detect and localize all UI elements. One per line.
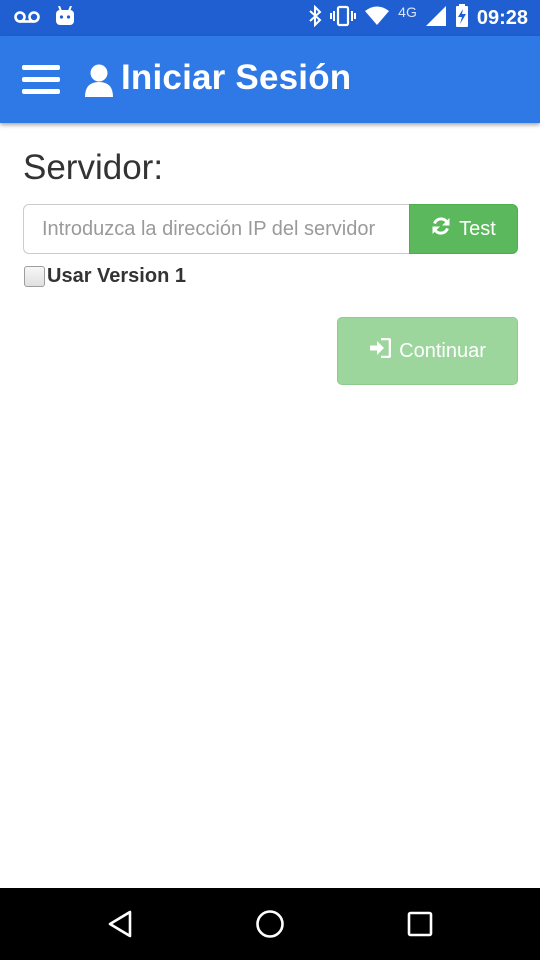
continue-button[interactable]: Continuar [337, 317, 518, 385]
refresh-icon [431, 216, 451, 242]
test-button-label: Test [459, 217, 496, 240]
clock-time: 09:28 [476, 6, 528, 29]
version-checkbox[interactable] [24, 265, 45, 287]
navigation-bar [0, 888, 540, 960]
battery-charging-icon [455, 4, 469, 32]
server-ip-input[interactable] [23, 204, 410, 254]
wifi-icon [364, 6, 390, 30]
vibrate-icon [330, 5, 357, 31]
status-bar: 4G 09:28 [0, 0, 540, 36]
home-icon[interactable] [252, 906, 288, 942]
page-title: Iniciar Sesión [121, 58, 352, 97]
sign-in-icon [369, 337, 392, 364]
voicemail-icon [14, 9, 40, 28]
continue-button-label: Continuar [399, 339, 486, 362]
user-icon [85, 64, 113, 98]
bluetooth-icon [308, 4, 322, 31]
app-bar: Iniciar Sesión [0, 36, 540, 123]
recents-icon[interactable] [402, 906, 438, 942]
signal-icon [425, 5, 447, 31]
back-icon[interactable] [102, 906, 138, 942]
version-checkbox-label[interactable]: Usar Version 1 [47, 265, 186, 288]
network-type-label: 4G [398, 4, 417, 20]
android-debug-icon [54, 5, 76, 30]
test-button[interactable]: Test [409, 204, 518, 254]
server-input-group: Test [23, 204, 518, 254]
server-label: Servidor: [23, 148, 164, 187]
hamburger-menu-icon[interactable] [22, 65, 60, 95]
version-option: Usar Version 1 [24, 262, 186, 290]
